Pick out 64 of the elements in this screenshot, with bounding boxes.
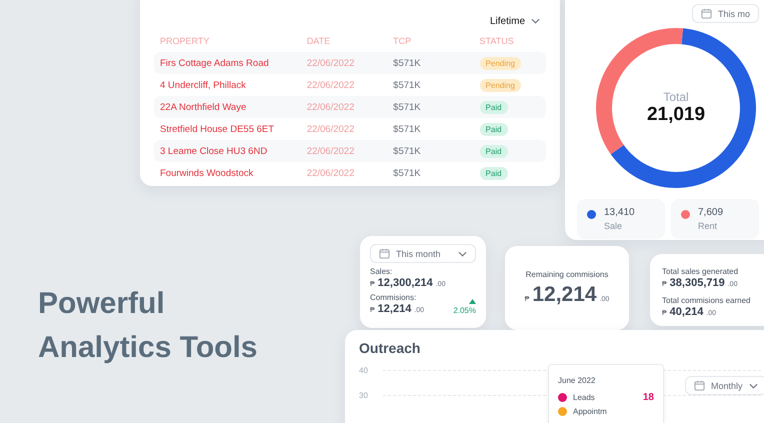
column-header: STATUS: [480, 36, 515, 46]
property-name: 4 Undercliff, Phillack: [160, 80, 247, 90]
status-badge: Paid: [480, 122, 508, 136]
tcp-cell-text: $571K: [393, 58, 422, 68]
column-header: PROPERTY: [160, 36, 210, 46]
amount-value: 38,305,719: [670, 277, 725, 289]
legend-label: Sale: [604, 221, 624, 231]
column-header: TCP: [393, 36, 412, 46]
tcp-cell-text: $571K: [393, 168, 422, 178]
metric-label: Remaining commisions: [526, 270, 608, 278]
tcp-cell-text: $571K: [393, 124, 422, 134]
legend-value: 7,609: [698, 207, 724, 218]
date-cell-text: 22/06/2022: [306, 80, 356, 90]
series-label: Appointm: [573, 407, 607, 416]
column-header: DATE: [306, 36, 332, 46]
axis-tick: 30: [359, 391, 369, 400]
amount-value: 12,214: [378, 303, 412, 315]
metric-label: Total commisions earned: [662, 296, 752, 305]
metric-label: Total sales generated: [662, 267, 740, 276]
chevron-down-icon: [531, 18, 540, 24]
tcp-cell-text: $571K: [393, 102, 422, 112]
property-name: 22A Northfield Waye: [160, 102, 248, 112]
change-value: 2.05%: [453, 306, 476, 315]
period-dropdown[interactable]: This mo: [692, 4, 759, 23]
series-value: 18: [642, 392, 654, 403]
date-cell-text: 22/06/2022: [306, 124, 356, 134]
date-cell-text: 22/06/2022: [306, 58, 356, 68]
amount-value: 12,214: [532, 282, 597, 306]
status-badge: Paid: [480, 166, 508, 180]
chevron-down-icon: [458, 250, 467, 256]
legend-value: 13,410: [604, 207, 635, 218]
up-triangle-icon: [469, 299, 476, 304]
status-badge: Pending: [480, 78, 521, 92]
property-name: 3 Leame Close HU3 6ND: [160, 146, 268, 156]
outreach-title: Outreach: [359, 340, 422, 356]
property-name: Stretfield House DE55 6ET: [160, 124, 276, 134]
tcp-cell-text: $571K: [393, 80, 422, 90]
legend-label: Rent: [698, 221, 718, 231]
date-cell-text: 22/06/2022: [306, 146, 356, 156]
date-cell-text: 22/06/2022: [306, 102, 356, 112]
amount-value: 40,214: [670, 306, 704, 318]
tcp-cell-text: $571K: [393, 146, 422, 156]
calendar-icon: [700, 8, 712, 19]
series-label: Leads: [573, 393, 595, 402]
status-badge: Pending: [480, 56, 521, 70]
metric-label: Commisions:: [370, 293, 418, 302]
property-name: Firs Cottage Adams Road: [160, 58, 270, 68]
status-badge: Paid: [480, 144, 508, 158]
metric-label: Sales:: [370, 267, 394, 276]
total-label: Total: [663, 90, 689, 104]
property-name: Fourwinds Woodstock: [160, 168, 254, 178]
status-badge: Paid: [480, 100, 508, 114]
amount-value: 12,300,214: [378, 277, 433, 289]
axis-tick: 40: [359, 366, 369, 375]
total-value: 21,019: [646, 104, 706, 126]
calendar-icon: [379, 248, 390, 259]
tooltip-date: June 2022: [558, 376, 596, 385]
chevron-down-icon: [748, 382, 758, 388]
period-dropdown[interactable]: This month: [370, 244, 476, 263]
period-dropdown[interactable]: Monthly: [685, 376, 764, 395]
headline: Powerful Analytics Tools: [38, 286, 258, 366]
period-dropdown[interactable]: Lifetime: [490, 16, 540, 26]
date-cell-text: 22/06/2022: [306, 168, 356, 178]
calendar-icon: [694, 380, 705, 391]
